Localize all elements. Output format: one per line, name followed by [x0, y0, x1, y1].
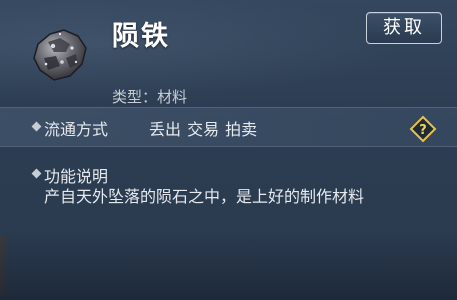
acquire-button[interactable]: 获取	[366, 12, 442, 44]
meteorite-ore-icon	[33, 29, 87, 81]
function-description: 产自天外坠落的陨石之中，是上好的制作材料	[44, 187, 365, 206]
bottom-fade	[0, 230, 457, 300]
item-type: 类型：材料	[112, 88, 188, 106]
item-tooltip-panel: 陨铁 获取 类型：材料 流通方式 丢出 交易 拍卖 ? 功能说明 产自天外坠落的…	[0, 0, 457, 300]
circulation-methods: 丢出 交易 拍卖	[149, 120, 258, 139]
svg-text:?: ?	[419, 123, 427, 138]
bullet-icon	[31, 168, 42, 179]
function-label: 功能说明	[44, 167, 109, 186]
circulation-label: 流通方式	[44, 120, 109, 139]
divider	[0, 146, 457, 147]
help-diamond-icon[interactable]: ?	[409, 115, 437, 143]
item-name: 陨铁	[112, 21, 170, 52]
